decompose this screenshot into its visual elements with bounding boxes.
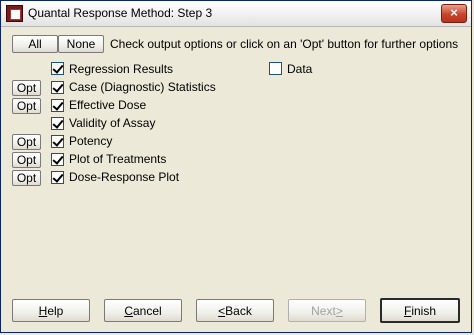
effective-dose-checkbox[interactable] [51,99,64,112]
regression-results-checkbox[interactable] [51,62,64,75]
regression-results-label[interactable]: Regression Results [69,62,173,76]
dose-response-plot-opt-button[interactable]: Opt [12,170,41,186]
data-label[interactable]: Data [287,62,312,76]
validity-of-assay-checkbox[interactable] [51,117,64,130]
dose-response-plot-label[interactable]: Dose-Response Plot [69,170,179,184]
help-button[interactable]: Help [12,299,90,322]
cancel-button-accel: C [124,303,133,318]
case-statistics-label[interactable]: Case (Diagnostic) Statistics [69,80,216,94]
help-button-accel: H [38,303,48,318]
back-button-text: Back [225,303,252,318]
plot-of-treatments-checkbox[interactable] [51,153,64,166]
potency-opt-button[interactable]: Opt [12,134,41,150]
dialog-window: Quantal Response Method: Step 3 × All No… [0,0,472,333]
instruction-text: Check output options or click on an 'Opt… [110,37,459,51]
back-button[interactable]: < Back [196,299,274,322]
next-button[interactable]: Next > [288,299,366,322]
finish-button-accel: F [403,303,412,318]
potency-checkbox[interactable] [51,135,64,148]
cancel-button[interactable]: Cancel [104,299,182,322]
app-icon [6,5,23,22]
potency-label[interactable]: Potency [69,134,112,148]
effective-dose-label[interactable]: Effective Dose [69,98,146,112]
plot-of-treatments-opt-button[interactable]: Opt [12,152,41,168]
select-none-button[interactable]: None [58,35,104,53]
help-button-text: elp [47,303,64,318]
effective-dose-opt-button[interactable]: Opt [12,98,41,114]
back-button-accel: < [218,303,226,318]
close-button[interactable]: × [441,4,467,23]
validity-of-assay-label[interactable]: Validity of Assay [69,116,155,130]
select-all-button[interactable]: All [12,35,58,53]
next-button-accel: > [335,303,343,318]
plot-of-treatments-label[interactable]: Plot of Treatments [69,152,166,166]
case-statistics-checkbox[interactable] [51,81,64,94]
cancel-button-text: ancel [132,303,162,318]
next-button-prefix: Next [311,303,336,318]
data-checkbox[interactable] [269,62,282,75]
dose-response-plot-checkbox[interactable] [51,171,64,184]
finish-button[interactable]: Finish [380,298,460,323]
finish-button-text: inish [411,303,437,318]
title-bar[interactable]: Quantal Response Method: Step 3 × [1,1,471,27]
case-statistics-opt-button[interactable]: Opt [12,80,41,96]
window-title: Quantal Response Method: Step 3 [28,6,213,20]
